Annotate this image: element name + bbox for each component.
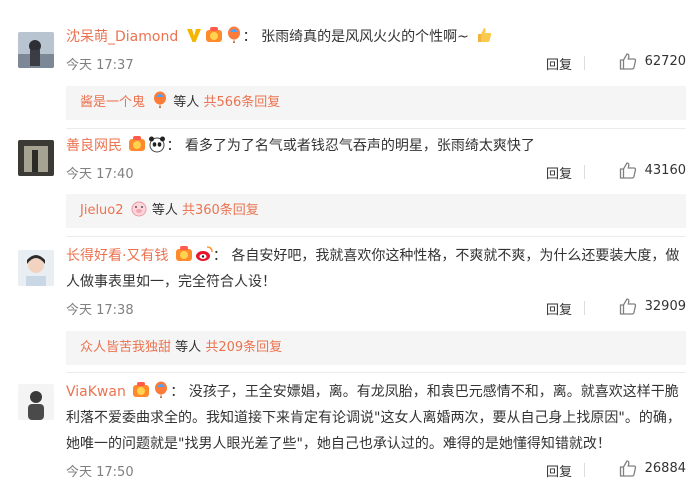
avatar[interactable] (18, 32, 54, 68)
comment-time: 今天 17:37 (66, 58, 134, 73)
badge-icon (205, 26, 223, 44)
weibo-icon (195, 245, 213, 263)
like-button[interactable]: 26884 (619, 460, 686, 477)
username-link[interactable]: 沈呆萌_Diamond (66, 29, 178, 45)
username-link[interactable]: 长得好看·又有钱 (66, 248, 168, 264)
pig-icon (130, 199, 148, 217)
divider (584, 56, 585, 70)
comment-text: 沈呆萌_Diamond ： 张雨绮真的是风风火火的个性啊~ (66, 24, 686, 50)
sub-reply-mid: 等人 (151, 203, 178, 218)
sub-reply-count[interactable]: 共360条回复 (182, 203, 259, 218)
comment-text: ViaKwan ： 没孩子，王全安嫖娼，离。有龙凤胎，和袁巴元感情不和，离。就喜… (66, 379, 686, 457)
divider (66, 372, 686, 373)
like-count: 43160 (644, 163, 686, 178)
divider (66, 236, 686, 237)
divider (584, 463, 585, 477)
avatar[interactable] (18, 250, 54, 286)
reply-button[interactable]: 回复 (546, 299, 572, 318)
sub-reply-mid: 等人 (173, 95, 200, 110)
like-thumb-icon (619, 162, 636, 179)
panda-icon (148, 135, 166, 153)
sub-reply-user[interactable]: 众人皆苦我独甜 (80, 340, 171, 355)
comment-time: 今天 17:40 (66, 167, 134, 182)
comment-text: 长得好看·又有钱 ： 各自安好吧，我就喜欢你这种性格，不爽就不爽，为什么还要装大… (66, 243, 686, 295)
like-thumb-icon (619, 460, 636, 477)
vip-v-icon (185, 26, 203, 44)
badge-icon (132, 381, 150, 399)
avatar[interactable] (18, 140, 54, 176)
avatar[interactable] (18, 384, 54, 420)
sub-replies[interactable]: 酱是一个鬼 等人 共566条回复 (66, 86, 686, 120)
comment-time: 今天 17:50 (66, 465, 134, 480)
like-button[interactable]: 32909 (619, 298, 686, 315)
balloon-icon (152, 381, 170, 399)
sub-replies[interactable]: 众人皆苦我独甜 等人 共209条回复 (66, 331, 686, 365)
comment-text: 善良网民 ： 看多了为了名气或者钱忍气吞声的明星，张雨绮太爽快了 (66, 133, 686, 159)
like-count: 32909 (644, 299, 686, 314)
sub-reply-mid: 等人 (175, 340, 202, 355)
reply-button[interactable]: 回复 (546, 461, 572, 480)
divider (584, 165, 585, 179)
reply-button[interactable]: 回复 (546, 163, 572, 182)
comment-content: 张雨绮真的是风风火火的个性啊~ (261, 29, 469, 45)
badge-icon (175, 245, 193, 263)
like-count: 62720 (644, 54, 686, 69)
balloon-icon (151, 91, 169, 109)
reply-button[interactable]: 回复 (546, 54, 572, 73)
username-link[interactable]: 善良网民 (66, 138, 122, 154)
sub-reply-count[interactable]: 共566条回复 (203, 95, 280, 110)
comment-content: 看多了为了名气或者钱忍气吞声的明星，张雨绮太爽快了 (184, 138, 535, 154)
like-button[interactable]: 43160 (619, 162, 686, 179)
badge-icon (128, 135, 146, 153)
thumbs-up-emoji-icon (475, 26, 493, 44)
sub-reply-user[interactable]: Jieluo2 (80, 203, 124, 218)
divider (584, 301, 585, 315)
divider (66, 128, 686, 129)
like-button[interactable]: 62720 (619, 53, 686, 70)
sub-reply-count[interactable]: 共209条回复 (205, 340, 282, 355)
comment-time: 今天 17:38 (66, 303, 134, 318)
like-thumb-icon (619, 298, 636, 315)
sub-replies[interactable]: Jieluo2 等人 共360条回复 (66, 194, 686, 228)
like-thumb-icon (619, 53, 636, 70)
like-count: 26884 (644, 461, 686, 476)
balloon-icon (225, 26, 243, 44)
sub-reply-user[interactable]: 酱是一个鬼 (80, 95, 145, 110)
username-link[interactable]: ViaKwan (66, 384, 126, 400)
